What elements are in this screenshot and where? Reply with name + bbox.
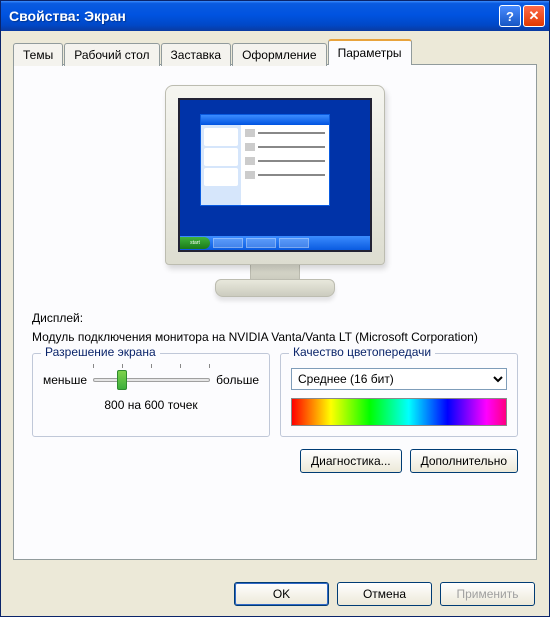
display-label: Дисплей: (32, 311, 518, 325)
color-spectrum-icon (291, 398, 507, 426)
preview-window (200, 114, 330, 206)
monitor-base (215, 279, 335, 297)
tab-settings[interactable]: Параметры (328, 39, 412, 65)
resolution-slider-row: меньше больше (43, 368, 259, 392)
resolution-slider[interactable] (93, 368, 210, 392)
content-area: Темы Рабочий стол Заставка Оформление Па… (1, 31, 549, 572)
color-quality-group-title: Качество цветопередачи (289, 345, 435, 359)
color-quality-group: Качество цветопередачи Среднее (16 бит) (280, 353, 518, 437)
settings-panel: start Дисплей: Модуль подключения монито… (13, 64, 537, 560)
help-button[interactable]: ? (499, 5, 521, 27)
monitor-neck (250, 265, 300, 279)
apply-button[interactable]: Применить (440, 582, 535, 606)
tab-desktop[interactable]: Рабочий стол (64, 43, 159, 66)
monitor-body: start (165, 85, 385, 265)
titlebar-buttons: ? ✕ (499, 5, 545, 27)
resolution-more-label: больше (216, 373, 259, 387)
resolution-group: Разрешение экрана меньше больше 800 на 6… (32, 353, 270, 437)
display-properties-window: Свойства: Экран ? ✕ Темы Рабочий стол За… (0, 0, 550, 617)
monitor-illustration[interactable]: start (165, 85, 385, 297)
close-button[interactable]: ✕ (523, 5, 545, 27)
tab-appearance[interactable]: Оформление (232, 43, 326, 66)
close-icon: ✕ (529, 8, 540, 24)
resolution-slider-thumb[interactable] (117, 370, 127, 390)
help-icon: ? (506, 9, 514, 24)
tab-screensaver[interactable]: Заставка (161, 43, 232, 66)
resolution-less-label: меньше (43, 373, 87, 387)
settings-groups: Разрешение экрана меньше больше 800 на 6… (32, 353, 518, 437)
titlebar[interactable]: Свойства: Экран ? ✕ (1, 1, 549, 31)
display-value: Модуль подключения монитора на NVIDIA Va… (32, 329, 518, 345)
start-button-icon: start (180, 237, 210, 249)
panel-buttons: Диагностика... Дополнительно (32, 449, 518, 473)
ok-button[interactable]: OK (234, 582, 329, 606)
tab-themes[interactable]: Темы (13, 43, 63, 66)
dialog-buttons: OK Отмена Применить (1, 572, 549, 616)
window-title: Свойства: Экран (9, 8, 499, 24)
monitor-preview-area: start (32, 79, 518, 311)
monitor-screen: start (178, 98, 372, 252)
troubleshoot-button[interactable]: Диагностика... (300, 449, 402, 473)
preview-window-titlebar (201, 115, 329, 125)
preview-taskbar: start (180, 236, 370, 250)
resolution-group-title: Разрешение экрана (41, 345, 160, 359)
color-quality-select[interactable]: Среднее (16 бит) (291, 368, 507, 390)
cancel-button[interactable]: Отмена (337, 582, 432, 606)
advanced-button[interactable]: Дополнительно (410, 449, 518, 473)
tabstrip: Темы Рабочий стол Заставка Оформление Па… (13, 39, 537, 65)
resolution-current: 800 на 600 точек (43, 398, 259, 412)
